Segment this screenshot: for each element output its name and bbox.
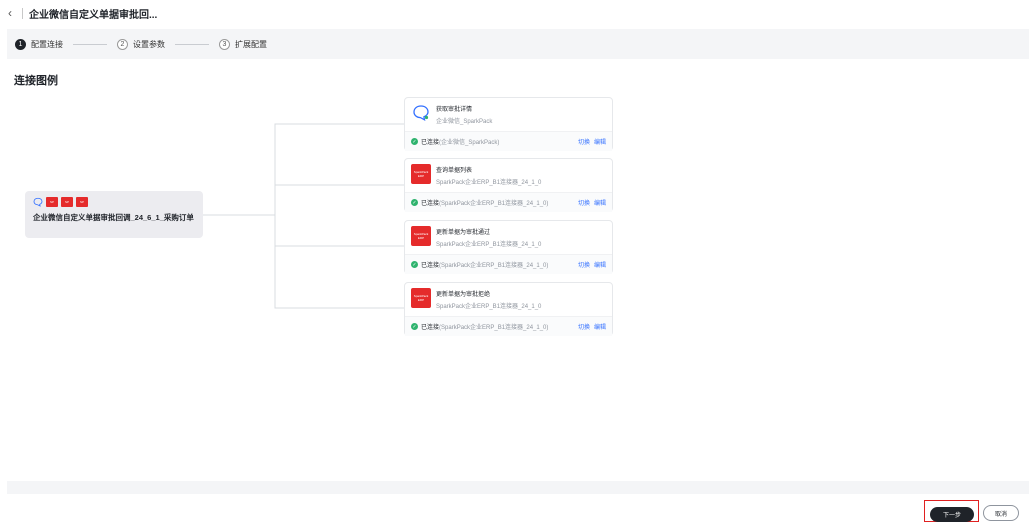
connection-status: 已连接(SparkPack企业ERP_B1连接器_24_1_0) [421, 263, 549, 269]
check-icon: ✓ [411, 261, 418, 268]
check-icon: ✓ [411, 138, 418, 145]
edit-link[interactable]: 编辑 [594, 198, 606, 207]
sparkpack-icon: SparkPack ERP [411, 164, 431, 184]
card-name: 获取审批详情 [436, 107, 473, 113]
next-button[interactable]: 下一步 [930, 507, 974, 522]
sparkpack-icon: SparkPack ERP [411, 288, 431, 308]
edit-link[interactable]: 编辑 [594, 137, 606, 146]
card-name: 查询单据列表 [436, 168, 473, 174]
edit-link[interactable]: 编辑 [594, 322, 606, 331]
card-connector: SparkPack企业ERP_B1连接器_24_1_0 [436, 180, 542, 186]
switch-link[interactable]: 切换 [578, 198, 590, 207]
source-name: 企业微信自定义单据审批回调_24_6_1_采购订单 [33, 213, 194, 222]
switch-link[interactable]: 切换 [578, 322, 590, 331]
connector-card: SparkPack ERP 查询单据列表 SparkPack企业ERP_B1连接器… [404, 158, 613, 212]
card-name: 更新单据为审批通过 [436, 230, 491, 236]
chat-bubble-icon [413, 105, 429, 122]
connector-card: SparkPack ERP 更新单据为审批拒绝 SparkPack企业ERP_B1… [404, 282, 613, 336]
connection-status: 已连接(SparkPack企业ERP_B1连接器_24_1_0) [421, 201, 549, 207]
card-connector: 企业微信_SparkPack [436, 119, 493, 125]
source-icons: SP SP SP [33, 197, 195, 207]
switch-link[interactable]: 切换 [578, 137, 590, 146]
sparkpack-icon: SP [61, 197, 73, 207]
switch-link[interactable]: 切换 [578, 260, 590, 269]
scroll-strip [7, 481, 1029, 494]
sparkpack-icon: SparkPack ERP [411, 226, 431, 246]
check-icon: ✓ [411, 323, 418, 330]
card-name: 更新单据为审批拒绝 [436, 292, 491, 298]
check-icon: ✓ [411, 199, 418, 206]
sparkpack-icon: SP [76, 197, 88, 207]
connector-card: SparkPack ERP 更新单据为审批通过 SparkPack企业ERP_B1… [404, 220, 613, 274]
source-node[interactable]: SP SP SP 企业微信自定义单据审批回调_24_6_1_采购订单 [25, 191, 203, 238]
chat-bubble-icon [33, 197, 43, 207]
connection-status: 已连接(企业微信_SparkPack) [421, 140, 500, 146]
card-connector: SparkPack企业ERP_B1连接器_24_1_0 [436, 304, 542, 310]
edit-link[interactable]: 编辑 [594, 260, 606, 269]
connection-status: 已连接(SparkPack企业ERP_B1连接器_24_1_0) [421, 325, 549, 331]
connector-card: 获取审批详情 企业微信_SparkPack ✓ 已连接(企业微信_SparkPa… [404, 97, 613, 151]
cancel-button[interactable]: 取消 [983, 505, 1019, 521]
sparkpack-icon: SP [46, 197, 58, 207]
card-connector: SparkPack企业ERP_B1连接器_24_1_0 [436, 242, 542, 248]
